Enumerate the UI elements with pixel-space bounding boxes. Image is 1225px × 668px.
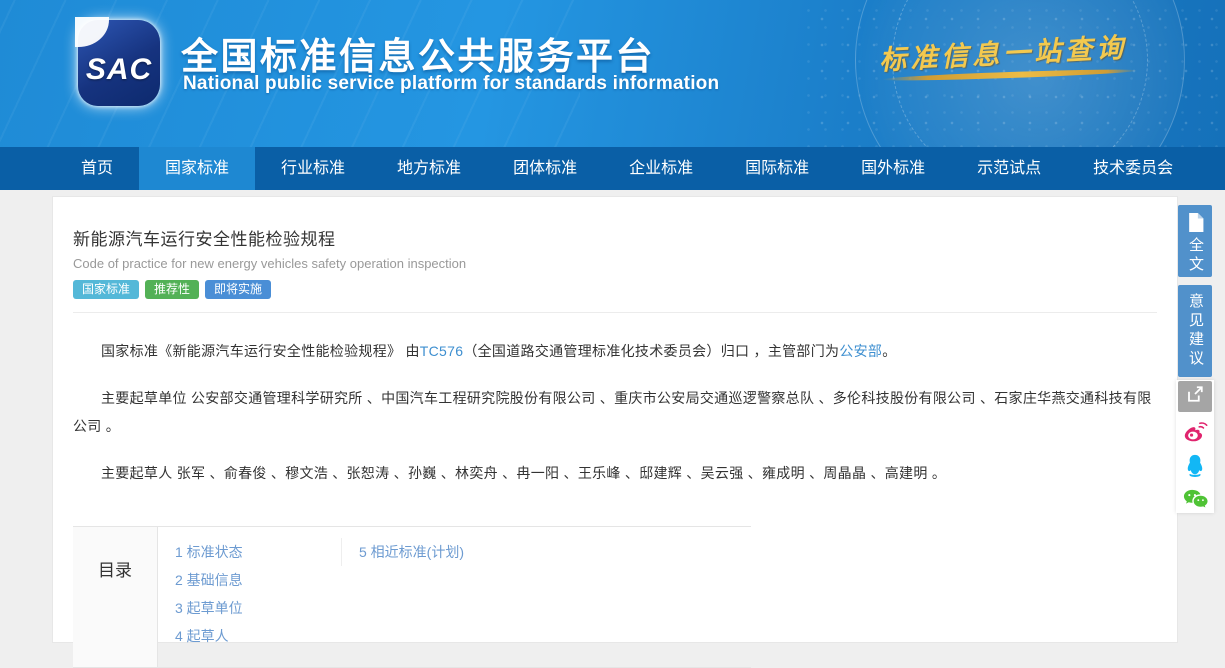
nav-item-local-standards[interactable]: 地方标准 [371,147,487,190]
dept-link[interactable]: 公安部 [839,343,882,359]
tag-upcoming: 即将实施 [205,280,271,299]
qq-icon[interactable] [1182,452,1209,479]
sac-logo-text: SAC [86,53,152,87]
site-title-en: National public service platform for sta… [183,73,719,95]
paragraph-drafting-units: 主要起草单位 公安部交通管理科学研究所 、中国汽车工程研究院股份有限公司 、重庆… [73,384,1157,440]
toc-label: 目录 [98,556,132,667]
toc-link-drafting-units[interactable]: 3 起草单位 [175,594,341,622]
toc-column-1: 1 标准状态 2 基础信息 3 起草单位 4 起草人 [158,538,341,667]
fulltext-label: 全文 [1178,237,1212,275]
toc-column-2: 5 相近标准(计划) [341,538,464,566]
toc-links: 1 标准状态 2 基础信息 3 起草单位 4 起草人 5 相近标准(计划) [158,527,464,667]
toc-label-cell: 目录 [73,527,158,667]
feedback-button[interactable]: 意见建议 [1178,285,1212,377]
weibo-icon[interactable] [1182,419,1209,446]
fulltext-button[interactable]: 全文 [1178,205,1212,277]
tag-recommended: 推荐性 [145,280,199,299]
main-nav: 首页 国家标准 行业标准 地方标准 团体标准 企业标准 国际标准 国外标准 示范… [0,147,1225,190]
toc-link-drafters[interactable]: 4 起草人 [175,622,341,650]
nav-item-international-standards[interactable]: 国际标准 [719,147,835,190]
tag-national-standard: 国家标准 [73,280,139,299]
nav-item-national-standards[interactable]: 国家标准 [139,147,255,190]
toc-link-basic-info[interactable]: 2 基础信息 [175,566,341,594]
overview-text-2: （全国道路交通管理标准化技术委员会）归口 ，主管部门为 [463,343,839,359]
nav-item-pilot-demo[interactable]: 示范试点 [951,147,1067,190]
share-icon [1186,385,1204,408]
content-card: 新能源汽车运行安全性能检验规程 Code of practice for new… [52,196,1178,643]
nav-item-home[interactable]: 首页 [55,147,139,190]
sac-logo[interactable]: SAC [78,20,160,106]
feedback-label: 意见建议 [1178,293,1212,369]
overview-text-3: 。 [882,343,896,359]
standard-title-en: Code of practice for new energy vehicles… [73,256,1157,271]
toc-link-status[interactable]: 1 标准状态 [175,538,341,566]
toc-link-similar-standards[interactable]: 5 相近标准(计划) [359,538,464,566]
share-panel [1176,380,1214,513]
paragraph-drafters: 主要起草人 张军 、俞春俊 、穆文浩 、张恕涛 、孙巍 、林奕舟 、冉一阳 、王… [73,459,1157,487]
nav-item-foreign-standards[interactable]: 国外标准 [835,147,951,190]
site-title-zh: 全国标准信息公共服务平台 [181,26,655,80]
overview-text-1: 国家标准《新能源汽车运行安全性能检验规程》 由 [101,343,420,359]
nav-item-group-standards[interactable]: 团体标准 [487,147,603,190]
standard-title-zh: 新能源汽车运行安全性能检验规程 [73,225,1157,250]
nav-item-industry-standards[interactable]: 行业标准 [255,147,371,190]
document-icon [1187,213,1204,237]
nav-item-enterprise-standards[interactable]: 企业标准 [603,147,719,190]
paragraph-overview: 国家标准《新能源汽车运行安全性能检验规程》 由TC576（全国道路交通管理标准化… [73,337,1157,365]
share-button[interactable] [1178,381,1212,412]
tc576-link[interactable]: TC576 [420,343,464,359]
wechat-icon[interactable] [1182,486,1209,513]
site-header: SAC 全国标准信息公共服务平台 National public service… [0,0,1225,147]
table-of-contents: 目录 1 标准状态 2 基础信息 3 起草单位 4 起草人 5 相近标准(计划) [73,526,751,668]
nav-item-technical-committee[interactable]: 技术委员会 [1067,147,1199,190]
tag-row: 国家标准 推荐性 即将实施 [73,280,1157,299]
section-divider [73,312,1157,313]
